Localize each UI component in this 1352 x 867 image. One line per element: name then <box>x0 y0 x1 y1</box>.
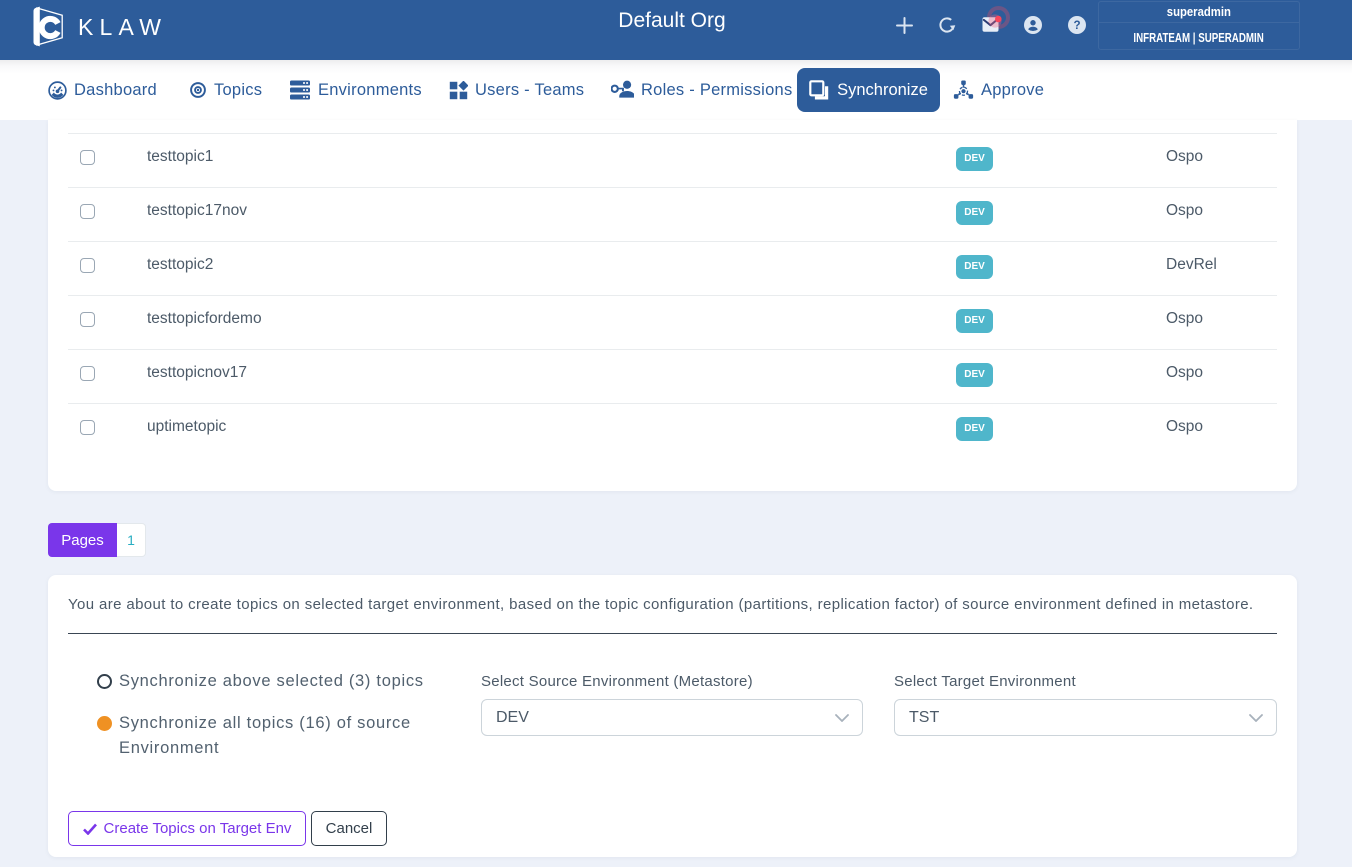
svg-text:?: ? <box>1073 19 1080 32</box>
